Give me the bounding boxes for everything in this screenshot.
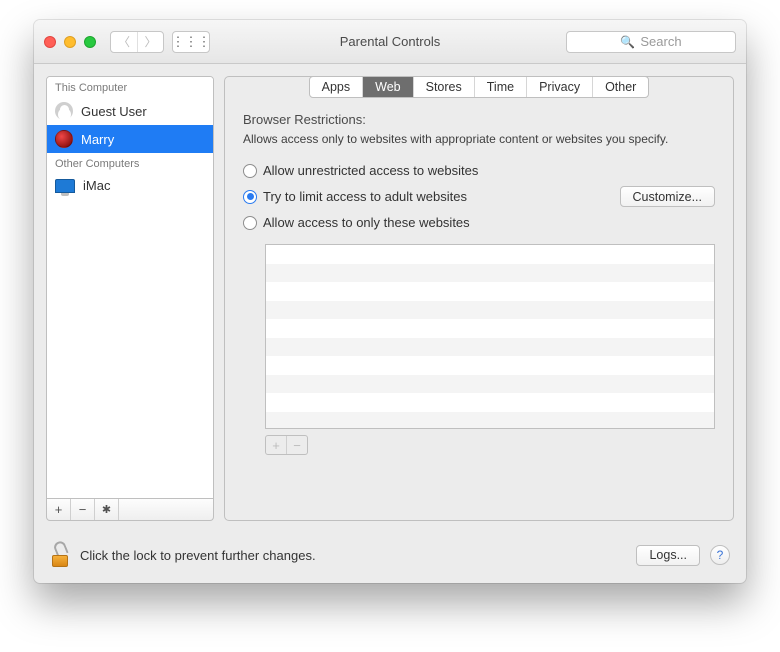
gear-icon: ✱	[102, 503, 111, 516]
add-website-button[interactable]: +	[266, 436, 286, 454]
lock-icon[interactable]	[50, 543, 70, 567]
sidebar-section-other-computers: Other Computers	[47, 153, 213, 173]
imac-icon	[55, 179, 75, 193]
avatar-guest-icon	[55, 102, 73, 120]
radio-unrestricted[interactable]: Allow unrestricted access to websites	[243, 163, 715, 178]
table-row	[266, 301, 714, 320]
radio-label: Allow access to only these websites	[263, 215, 470, 230]
tab-stores[interactable]: Stores	[414, 77, 475, 97]
forward-button[interactable]: 〉	[137, 32, 163, 52]
titlebar: 〈 〉 ⋮⋮⋮ Parental Controls 🔍 Search	[34, 20, 746, 64]
sidebar-user-label: Marry	[81, 132, 114, 147]
plus-icon: +	[55, 502, 63, 517]
remove-website-button[interactable]: −	[286, 436, 307, 454]
radio-limit-adult[interactable]: Try to limit access to adult websites Cu…	[243, 186, 715, 207]
remove-user-button[interactable]: −	[71, 499, 95, 520]
minus-icon: −	[293, 438, 301, 453]
avatar-marry-icon	[55, 130, 73, 148]
tab-privacy[interactable]: Privacy	[527, 77, 593, 97]
radio-label: Allow unrestricted access to websites	[263, 163, 478, 178]
sidebar-toolbar: + − ✱	[46, 499, 214, 521]
search-placeholder: Search	[640, 34, 681, 49]
sidebar-actions-button[interactable]: ✱	[95, 499, 119, 520]
tabbar: Apps Web Stores Time Privacy Other	[309, 76, 650, 98]
table-row	[266, 338, 714, 357]
radio-icon-selected	[243, 190, 257, 204]
grid-icon: ⋮⋮⋮	[172, 34, 210, 50]
add-user-button[interactable]: +	[47, 499, 71, 520]
table-row	[266, 264, 714, 283]
radio-label: Try to limit access to adult websites	[263, 189, 467, 204]
traffic-lights	[44, 36, 96, 48]
minimize-window-button[interactable]	[64, 36, 76, 48]
section-description: Allows access only to websites with appr…	[243, 131, 715, 147]
question-icon: ?	[717, 548, 724, 562]
table-row	[266, 393, 714, 412]
close-window-button[interactable]	[44, 36, 56, 48]
section-title: Browser Restrictions:	[243, 112, 715, 127]
table-row	[266, 245, 714, 264]
sidebar-user-label: Guest User	[81, 104, 147, 119]
chevron-left-icon: 〈	[118, 33, 130, 50]
table-row	[266, 356, 714, 375]
tab-apps[interactable]: Apps	[310, 77, 364, 97]
sidebar-computer-imac[interactable]: iMac	[47, 173, 213, 198]
back-button[interactable]: 〈	[111, 32, 137, 52]
sidebar-user-marry[interactable]: Marry	[47, 125, 213, 153]
preferences-window: 〈 〉 ⋮⋮⋮ Parental Controls 🔍 Search This …	[34, 20, 746, 583]
table-row	[266, 282, 714, 301]
nav-buttons: 〈 〉	[110, 31, 164, 53]
table-row	[266, 412, 714, 430]
show-all-button[interactable]: ⋮⋮⋮	[172, 31, 210, 53]
search-icon: 🔍	[620, 35, 635, 49]
table-row	[266, 319, 714, 338]
search-input[interactable]: 🔍 Search	[566, 31, 736, 53]
footer: Click the lock to prevent further change…	[34, 533, 746, 583]
customize-button[interactable]: Customize...	[620, 186, 715, 207]
radio-icon	[243, 164, 257, 178]
table-row	[266, 375, 714, 394]
tab-time[interactable]: Time	[475, 77, 527, 97]
sidebar-user-guest[interactable]: Guest User	[47, 97, 213, 125]
plus-icon: +	[272, 438, 280, 453]
radio-only-these[interactable]: Allow access to only these websites	[243, 215, 715, 230]
chevron-right-icon: 〉	[144, 33, 156, 50]
main-panel: Apps Web Stores Time Privacy Other Brows…	[224, 76, 734, 521]
lock-text: Click the lock to prevent further change…	[80, 548, 316, 563]
whitelist-table[interactable]	[265, 244, 715, 429]
tab-web[interactable]: Web	[363, 77, 413, 97]
sidebar-section-this-computer: This Computer	[47, 77, 213, 97]
whitelist-toolbar: + −	[265, 435, 308, 455]
help-button[interactable]: ?	[710, 545, 730, 565]
radio-icon	[243, 216, 257, 230]
content: This Computer Guest User Marry Other Com…	[34, 64, 746, 533]
zoom-window-button[interactable]	[84, 36, 96, 48]
user-list: This Computer Guest User Marry Other Com…	[46, 76, 214, 499]
tab-other[interactable]: Other	[593, 77, 648, 97]
sidebar: This Computer Guest User Marry Other Com…	[46, 76, 214, 521]
sidebar-computer-label: iMac	[83, 178, 110, 193]
logs-button[interactable]: Logs...	[636, 545, 700, 566]
minus-icon: −	[79, 502, 87, 517]
